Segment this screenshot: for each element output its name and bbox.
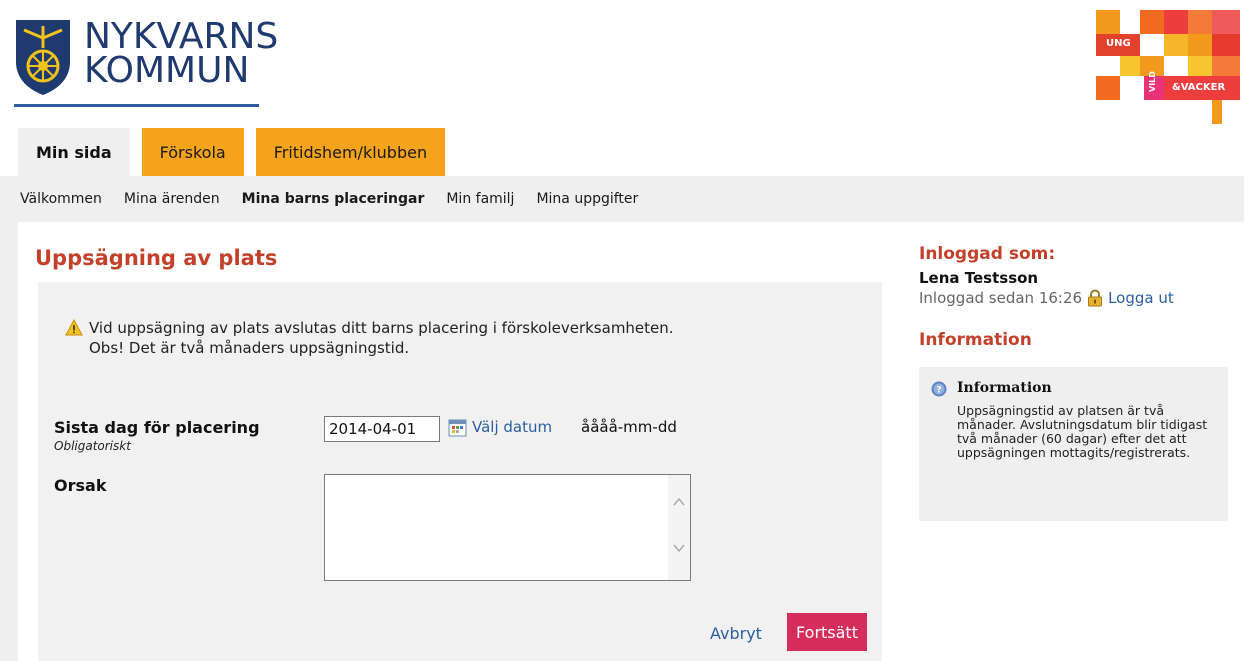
ung-vild-vacker-logo: UNG VILD &VACKER [1096,10,1244,124]
reason-label: Orsak [54,476,107,495]
date-format-hint: åååå-mm-dd [581,418,677,436]
choose-date-link[interactable]: Välj datum [472,418,552,436]
logo-line1: NYKVARNS [84,16,279,57]
info-box-title: Information [957,380,1052,396]
required-label: Obligatoriskt [54,439,131,453]
subnav-min-familj[interactable]: Min familj [446,191,514,207]
main-tabs: Min sida Förskola Fritidshem/klubben [18,128,446,176]
scroll-down-icon[interactable] [673,543,685,553]
info-box-text: Uppsägningstid av platsen är två månader… [957,403,1208,460]
page-title: Uppsägning av plats [35,246,278,270]
last-day-label: Sista dag för placering [54,418,260,437]
logged-in-since: Inloggad sedan 16:26 [919,289,1083,307]
coat-of-arms-icon [16,20,70,95]
logo-underline [14,104,259,107]
continue-button[interactable]: Fortsätt [787,613,867,651]
logo-wordmark: NYKVARNS KOMMUN [84,16,279,91]
subnav-mina-uppgifter[interactable]: Mina uppgifter [536,191,638,207]
warning-icon [65,319,83,336]
session-info: Inloggad sedan 16:26 Logga ut [919,289,1174,307]
tab-forskola[interactable]: Förskola [141,128,244,176]
brand-vild: VILD [1148,71,1157,92]
svg-text:?: ? [936,386,941,396]
calendar-icon[interactable] [448,418,467,437]
subnav-mina-barns-placeringar[interactable]: Mina barns placeringar [242,191,425,207]
subnav-mina-arenden[interactable]: Mina ärenden [124,191,220,207]
sidebar: Inloggad som: Lena Testsson Inloggad sed… [900,222,1244,661]
help-icon: ? [931,381,947,397]
tab-min-sida[interactable]: Min sida [18,128,130,176]
reason-textarea[interactable] [324,474,691,581]
scroll-up-icon[interactable] [673,497,685,507]
site-header: NYKVARNS KOMMUN UNG VILD &VACKER [0,0,1244,128]
logo-line2: KOMMUN [84,50,250,91]
notice-line1: Vid uppsägning av plats avslutas ditt ba… [89,319,674,337]
last-day-date-input[interactable] [324,416,440,442]
nykvarn-logo[interactable]: NYKVARNS KOMMUN [14,18,278,108]
subnav-valkommen[interactable]: Välkommen [20,191,102,207]
cancel-link[interactable]: Avbryt [710,624,762,643]
logout-link[interactable]: Logga ut [1108,289,1174,307]
warning-notice: Vid uppsägning av plats avslutas ditt ba… [65,318,674,358]
user-name: Lena Testsson [919,269,1039,287]
main-content: Uppsägning av plats Vid uppsägning av pl… [18,222,900,661]
sub-navigation: Välkommen Mina ärenden Mina barns placer… [0,176,1244,222]
notice-line2: Obs! Det är två månaders uppsägningstid. [89,339,410,357]
information-box: ? Information Uppsägningstid av platsen … [919,367,1228,521]
brand-vacker: &VACKER [1172,82,1226,93]
textarea-scrollbar[interactable] [668,475,690,580]
logged-in-heading: Inloggad som: [919,244,1056,264]
information-heading: Information [919,330,1032,350]
tab-fritidshem[interactable]: Fritidshem/klubben [255,128,446,176]
lock-icon [1088,289,1103,307]
termination-form: Vid uppsägning av plats avslutas ditt ba… [38,282,882,661]
brand-ung: UNG [1106,38,1131,49]
